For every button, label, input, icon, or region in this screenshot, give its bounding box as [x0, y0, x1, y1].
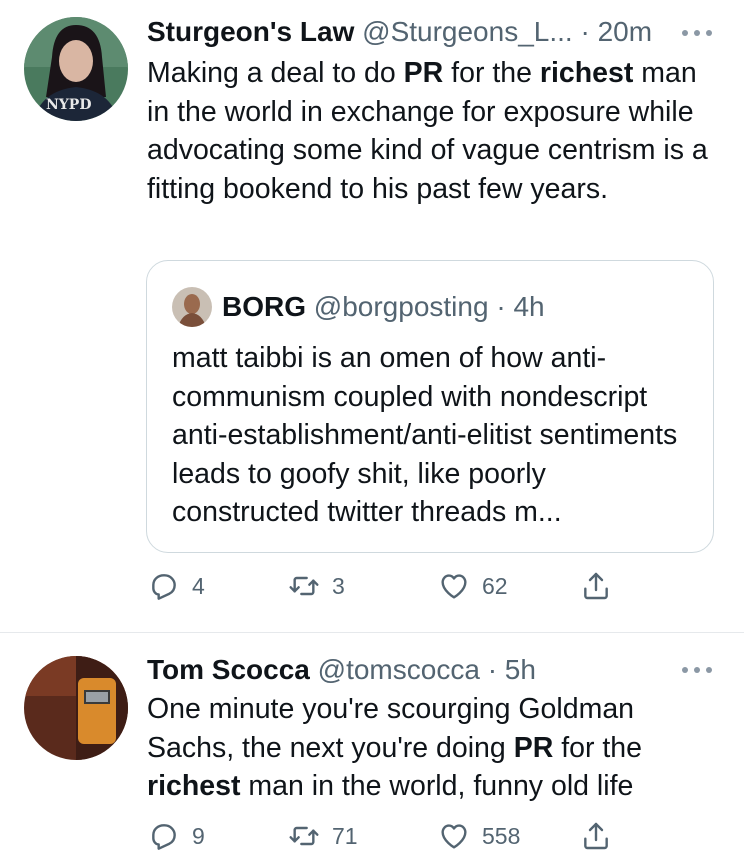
heart-icon [441, 824, 467, 849]
tweet-time[interactable]: 5h [505, 654, 536, 685]
share-icon [584, 822, 608, 850]
tweet-header: Tom Scocca @tomscocca · 5h [147, 652, 536, 688]
like-count: 62 [482, 572, 508, 599]
tweet-time[interactable]: 20m [598, 16, 652, 47]
share-button[interactable] [580, 566, 612, 606]
quoted-handle[interactable]: @borgposting [314, 291, 489, 322]
heart-icon [441, 574, 467, 599]
like-button[interactable]: 62 [438, 566, 508, 606]
author-name[interactable]: Tom Scocca [147, 654, 310, 685]
tweet-text: One minute you're scourging Goldman Sach… [147, 690, 722, 806]
avatar[interactable] [24, 656, 128, 760]
reply-count: 4 [192, 572, 205, 599]
retweet-icon [289, 576, 319, 596]
tweet-text-segment: for the [443, 57, 540, 89]
tweet-text-segment: Making a deal to do [147, 57, 404, 89]
quoted-avatar[interactable] [172, 287, 212, 327]
tweet-actions: 4 3 62 [148, 566, 618, 606]
meta-separator: · [580, 16, 590, 47]
quoted-time[interactable]: 4h [513, 291, 544, 322]
author-handle[interactable]: @Sturgeons_L... [362, 16, 573, 47]
more-options-icon[interactable] [682, 665, 712, 675]
avatar[interactable]: NYPD [24, 17, 128, 121]
retweet-button[interactable]: 71 [288, 816, 358, 856]
quoted-tweet[interactable]: BORG @borgposting · 4h matt taibbi is an… [146, 260, 714, 553]
reply-count: 9 [192, 822, 205, 849]
tweet-text-bold: PR [403, 57, 444, 89]
quoted-header: BORG @borgposting · 4h [222, 287, 545, 327]
more-options-icon[interactable] [682, 28, 712, 38]
tweet[interactable]: NYPD Sturgeon's Law @Sturgeons_L... · 20… [0, 0, 744, 632]
tweet-text-bold: PR [513, 731, 554, 764]
tweet-header: Sturgeon's Law @Sturgeons_L... · 20m [147, 14, 652, 50]
tweet-text-bold: richest [147, 770, 241, 802]
meta-separator: · [487, 654, 498, 685]
quoted-author-name[interactable]: BORG [222, 291, 306, 322]
tweet-text-segment: man in the world, funny old life [240, 770, 634, 802]
reply-button[interactable]: 4 [148, 566, 205, 606]
reply-icon [152, 574, 176, 600]
reply-button[interactable]: 9 [148, 816, 205, 856]
author-name[interactable]: Sturgeon's Law [147, 16, 354, 47]
meta-separator: · [496, 291, 506, 322]
like-button[interactable]: 558 [438, 816, 520, 856]
retweet-count: 3 [332, 572, 345, 599]
tweet-text: Making a deal to do PR for the richest m… [147, 54, 722, 208]
share-button[interactable] [580, 816, 612, 856]
tweet-text-segment: for the [553, 731, 642, 764]
like-count: 558 [482, 822, 521, 849]
retweet-icon [289, 826, 319, 846]
quoted-text: matt taibbi is an omen of how anti-commu… [172, 342, 678, 528]
share-icon [584, 572, 608, 600]
reply-icon [152, 824, 176, 850]
author-handle[interactable]: @tomscocca [318, 654, 480, 685]
tweet-text-bold: richest [539, 57, 634, 89]
tweet-actions: 9 71 558 [148, 816, 618, 856]
retweet-button[interactable]: 3 [288, 566, 345, 606]
avatar-shirt-text: NYPD [46, 97, 91, 113]
retweet-count: 71 [332, 822, 358, 849]
